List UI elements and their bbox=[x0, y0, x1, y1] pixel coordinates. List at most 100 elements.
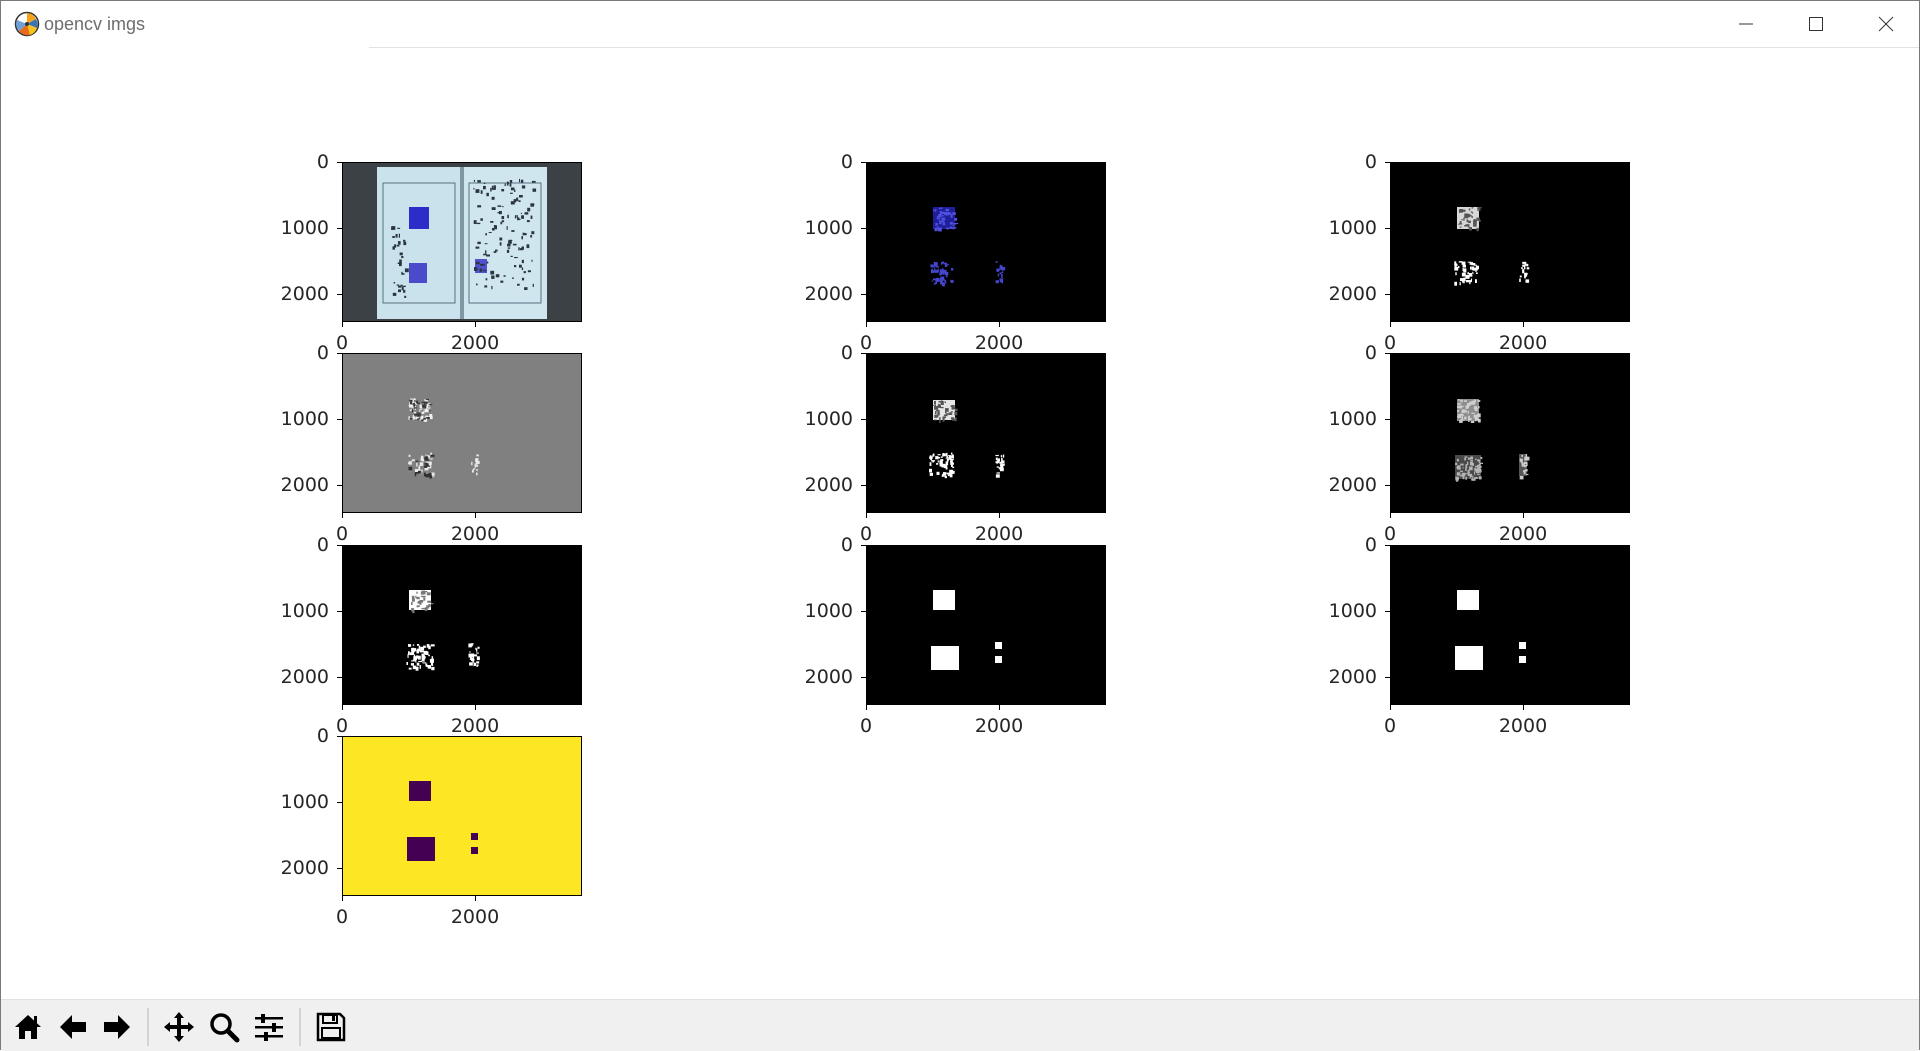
x-tick-label: 2000 bbox=[974, 523, 1024, 545]
image-dilated-mask bbox=[867, 546, 1105, 704]
y-tick-label: 2000 bbox=[804, 666, 853, 688]
x-tick-mark bbox=[1390, 322, 1391, 327]
image-axes[interactable] bbox=[342, 736, 582, 896]
x-tick-mark bbox=[999, 513, 1000, 518]
image-axes[interactable] bbox=[866, 545, 1106, 705]
y-tick-mark bbox=[1385, 677, 1390, 678]
image-blue-channel-mask bbox=[867, 163, 1105, 321]
blob-top bbox=[409, 781, 431, 801]
y-tick-label: 1000 bbox=[280, 217, 329, 239]
y-tick-mark bbox=[337, 677, 342, 678]
forward-button[interactable] bbox=[97, 1007, 137, 1047]
y-tick-label: 2000 bbox=[1328, 283, 1377, 305]
x-tick-mark bbox=[1523, 322, 1524, 327]
image-axes[interactable] bbox=[866, 162, 1106, 322]
floppy-disk-icon bbox=[316, 1012, 346, 1042]
maximize-icon bbox=[1809, 17, 1823, 31]
x-tick-mark bbox=[342, 896, 343, 901]
dot-upper bbox=[471, 833, 478, 840]
x-tick-mark bbox=[999, 705, 1000, 710]
figure-canvas[interactable]: 0 1000 2000 0 2000 0 1000 2000 0 2000 0 1000 2000 0 20… bbox=[1, 49, 1919, 999]
x-tick-mark bbox=[866, 322, 867, 327]
mask-background bbox=[1391, 546, 1629, 704]
mask-background bbox=[1391, 163, 1629, 321]
y-tick-mark bbox=[861, 228, 866, 229]
y-tick-mark bbox=[337, 736, 342, 737]
image-axes[interactable] bbox=[866, 353, 1106, 513]
x-tick-mark bbox=[1523, 513, 1524, 518]
y-tick-label: 1000 bbox=[1328, 600, 1377, 622]
y-tick-label: 0 bbox=[1364, 151, 1377, 173]
gray-background bbox=[343, 354, 581, 512]
y-tick-label: 1000 bbox=[804, 217, 853, 239]
y-tick-label: 1000 bbox=[804, 600, 853, 622]
y-tick-mark bbox=[1385, 162, 1390, 163]
y-tick-mark bbox=[337, 294, 342, 295]
configure-subplots-button[interactable] bbox=[249, 1007, 289, 1047]
y-tick-label: 2000 bbox=[280, 666, 329, 688]
dot-upper bbox=[995, 642, 1002, 649]
blob-top bbox=[933, 590, 955, 610]
y-tick-mark bbox=[861, 545, 866, 546]
x-tick-label: 2000 bbox=[1498, 715, 1548, 737]
stamp-top bbox=[409, 207, 429, 229]
x-tick-label: 2000 bbox=[450, 523, 500, 545]
x-tick-mark bbox=[342, 322, 343, 327]
x-tick-mark bbox=[475, 513, 476, 518]
stamp-bottom bbox=[409, 263, 427, 283]
y-tick-label: 2000 bbox=[1328, 666, 1377, 688]
close-icon bbox=[1878, 16, 1894, 32]
viridis-background bbox=[343, 737, 581, 895]
image-axes[interactable] bbox=[342, 162, 582, 322]
y-tick-mark bbox=[337, 485, 342, 486]
y-tick-mark bbox=[337, 545, 342, 546]
x-tick-label: 2000 bbox=[1498, 332, 1548, 354]
image-axes[interactable] bbox=[1390, 545, 1630, 705]
y-tick-label: 0 bbox=[316, 342, 329, 364]
y-tick-mark bbox=[337, 162, 342, 163]
x-tick-label: 2000 bbox=[974, 332, 1024, 354]
y-tick-label: 0 bbox=[1364, 534, 1377, 556]
x-tick-mark bbox=[866, 513, 867, 518]
arrow-left-icon bbox=[60, 1015, 86, 1039]
y-tick-label: 0 bbox=[840, 151, 853, 173]
minimize-button[interactable] bbox=[1711, 1, 1781, 47]
x-tick-label: 0 bbox=[1383, 715, 1397, 737]
window-title: opencv imgs bbox=[44, 14, 146, 34]
image-axes[interactable] bbox=[342, 353, 582, 513]
mask-background bbox=[867, 546, 1105, 704]
y-tick-label: 1000 bbox=[1328, 217, 1377, 239]
y-tick-mark bbox=[861, 485, 866, 486]
y-tick-label: 1000 bbox=[280, 600, 329, 622]
pan-button[interactable] bbox=[159, 1007, 199, 1047]
minimize-icon bbox=[1739, 23, 1753, 25]
image-axes[interactable] bbox=[1390, 162, 1630, 322]
close-button[interactable] bbox=[1851, 1, 1920, 47]
y-tick-label: 1000 bbox=[804, 408, 853, 430]
blob-bottom bbox=[931, 646, 959, 670]
zoom-button[interactable] bbox=[204, 1007, 244, 1047]
title-bar[interactable]: opencv imgs bbox=[1, 1, 1919, 47]
mask-background bbox=[867, 354, 1105, 512]
x-tick-mark bbox=[866, 705, 867, 710]
save-button[interactable] bbox=[311, 1007, 351, 1047]
image-axes[interactable] bbox=[1390, 353, 1630, 513]
y-tick-mark bbox=[861, 353, 866, 354]
y-tick-mark bbox=[337, 353, 342, 354]
x-tick-mark bbox=[999, 322, 1000, 327]
y-tick-label: 1000 bbox=[280, 408, 329, 430]
y-tick-label: 2000 bbox=[804, 283, 853, 305]
x-tick-label: 2000 bbox=[450, 332, 500, 354]
image-axes[interactable] bbox=[342, 545, 582, 705]
y-tick-mark bbox=[1385, 611, 1390, 612]
magnifier-icon bbox=[210, 1013, 240, 1043]
home-icon bbox=[15, 1015, 41, 1039]
y-tick-mark bbox=[337, 228, 342, 229]
x-tick-mark bbox=[1523, 705, 1524, 710]
back-button[interactable] bbox=[53, 1007, 93, 1047]
home-button[interactable] bbox=[8, 1007, 48, 1047]
x-tick-mark bbox=[342, 513, 343, 518]
maximize-button[interactable] bbox=[1781, 1, 1851, 47]
y-tick-mark bbox=[337, 419, 342, 420]
y-tick-label: 2000 bbox=[804, 474, 853, 496]
